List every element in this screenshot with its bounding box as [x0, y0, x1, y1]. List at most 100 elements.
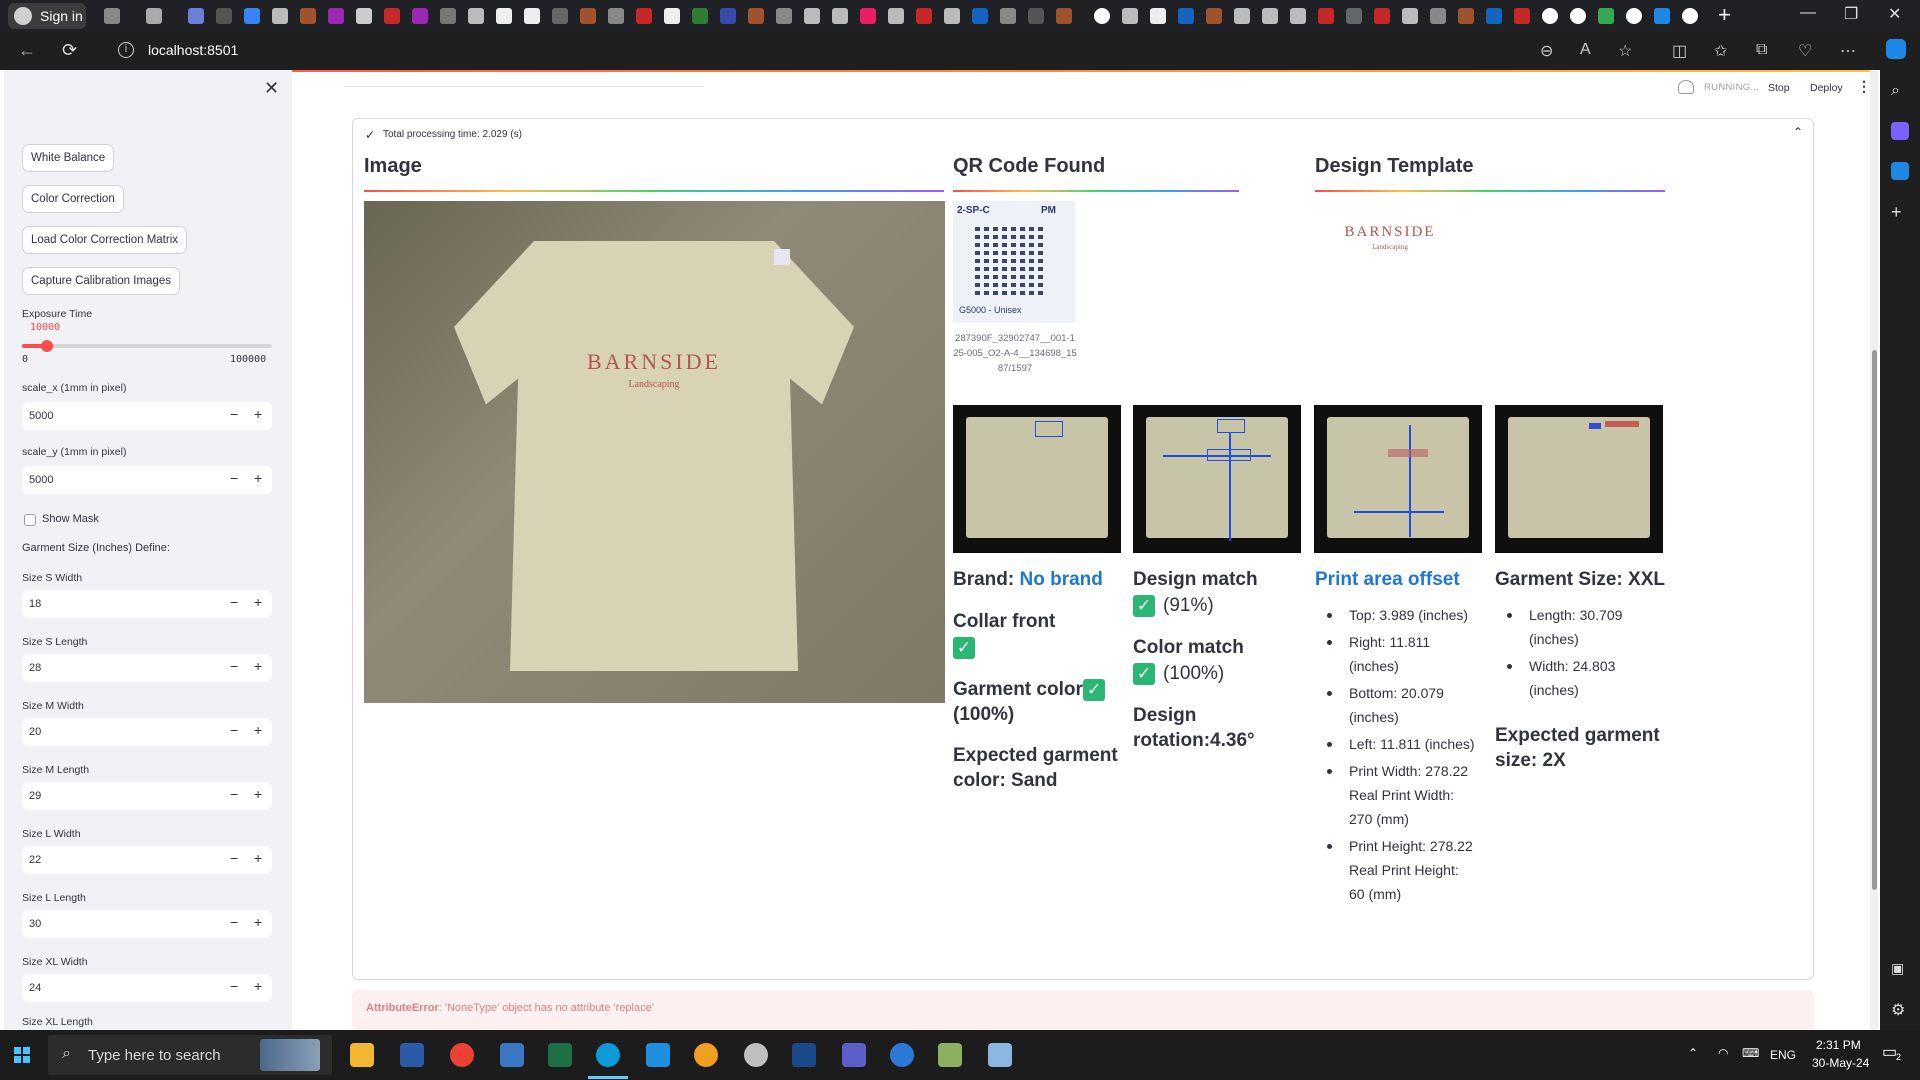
capture-calibration-images-button[interactable]: Capture Calibration Images [22, 267, 180, 295]
tab-favicon[interactable] [804, 8, 820, 24]
back-icon[interactable]: ← [18, 40, 36, 61]
taskbar-search-box[interactable]: ⌕ Type here to search [48, 1035, 332, 1075]
language-indicator[interactable]: ENG [1770, 1048, 1796, 1062]
tab-favicon[interactable] [972, 8, 988, 24]
tab-favicon[interactable] [748, 8, 764, 24]
tab-favicon[interactable] [272, 8, 288, 24]
edge-icon[interactable] [596, 1043, 620, 1067]
main-menu-icon[interactable]: ⋮ [1857, 78, 1870, 95]
size-m-width-input[interactable]: 20 − + [22, 718, 272, 746]
tab-favicon[interactable] [468, 8, 484, 24]
decrement-button[interactable]: − [230, 722, 238, 738]
github-icon[interactable] [496, 8, 512, 24]
favorite-star-icon[interactable]: ☆ [1618, 41, 1632, 61]
excel-icon[interactable] [548, 1043, 572, 1067]
exposure-slider-thumb[interactable] [41, 340, 53, 352]
tab-favicon[interactable] [1430, 8, 1446, 24]
scale-y-value[interactable]: 5000 [29, 474, 53, 486]
copilot-icon[interactable] [1886, 39, 1906, 59]
tab-favicon[interactable] [1262, 8, 1278, 24]
vscode-icon[interactable] [646, 1043, 670, 1067]
github-icon[interactable] [664, 8, 680, 24]
size-l-length-value[interactable]: 30 [29, 918, 41, 930]
github-icon[interactable] [524, 8, 540, 24]
increment-button[interactable]: + [254, 658, 262, 674]
tray-chevron-icon[interactable]: ⌃ [1688, 1046, 1698, 1060]
tab-favicon[interactable] [244, 8, 260, 24]
site-info-icon[interactable]: i [118, 42, 134, 58]
increment-button[interactable]: + [254, 594, 262, 610]
tab-favicon[interactable] [1000, 8, 1016, 24]
size-l-length-input[interactable]: 30 − + [22, 910, 272, 938]
performance-icon[interactable]: ♡ [1798, 41, 1812, 61]
decrement-button[interactable]: − [230, 594, 238, 610]
tab-favicon[interactable] [832, 8, 848, 24]
keyboard-icon[interactable]: ⌨ [1742, 1046, 1759, 1060]
decrement-button[interactable]: − [230, 470, 238, 486]
split-screen-icon[interactable]: ◫ [1672, 41, 1687, 61]
more-icon[interactable]: ⋯ [1840, 41, 1856, 61]
increment-button[interactable]: + [254, 786, 262, 802]
favorites-icon[interactable]: ✩ [1714, 41, 1727, 61]
increment-button[interactable]: + [254, 722, 262, 738]
tab-favicon[interactable] [1234, 8, 1250, 24]
white-balance-button[interactable]: White Balance [22, 144, 115, 172]
workspaces-icon[interactable] [104, 8, 120, 24]
url-field[interactable]: localhost:8501 [148, 42, 238, 58]
tab-favicon[interactable] [1514, 8, 1530, 24]
tab-favicon[interactable] [1374, 8, 1390, 24]
size-s-width-value[interactable]: 18 [29, 598, 41, 610]
decrement-button[interactable]: − [230, 914, 238, 930]
tab-favicon[interactable] [1318, 8, 1334, 24]
size-s-length-value[interactable]: 28 [29, 662, 41, 674]
google-icon[interactable] [1542, 8, 1558, 24]
tab-favicon[interactable] [1598, 8, 1614, 24]
app-icon[interactable] [890, 1043, 914, 1067]
clock-time[interactable]: 2:31 PM [1816, 1038, 1861, 1052]
tab-favicon[interactable] [356, 8, 372, 24]
increment-button[interactable]: + [254, 978, 262, 994]
tab-favicon[interactable] [916, 8, 932, 24]
decrement-button[interactable]: − [230, 406, 238, 422]
increment-button[interactable]: + [254, 850, 262, 866]
tab-favicon[interactable] [216, 8, 232, 24]
tab-actions-icon[interactable] [146, 8, 162, 24]
tab-favicon[interactable] [1122, 8, 1138, 24]
wordpress-icon[interactable] [1486, 8, 1502, 24]
size-xl-width-input[interactable]: 24 − + [22, 974, 272, 1002]
size-l-width-input[interactable]: 22 − + [22, 846, 272, 874]
tab-favicon[interactable] [300, 8, 316, 24]
close-tab-icon[interactable]: × [1627, 6, 1636, 24]
tab-favicon[interactable] [412, 8, 428, 24]
color-correction-button[interactable]: Color Correction [22, 185, 124, 213]
processing-time-label[interactable]: Total processing time: 2.029 (s) [383, 129, 522, 140]
close-sidebar-icon[interactable]: ✕ [264, 78, 279, 99]
profile-signin-button[interactable]: Sign in [8, 3, 86, 29]
exposure-slider-track[interactable] [22, 344, 272, 348]
outlook-icon[interactable] [1891, 162, 1909, 180]
tab-favicon[interactable] [888, 8, 904, 24]
github-icon[interactable] [1150, 8, 1166, 24]
file-explorer-icon[interactable] [350, 1043, 374, 1067]
chrome-icon[interactable] [450, 1043, 474, 1067]
screenshot-icon[interactable]: ▣ [1891, 960, 1909, 978]
read-aloud-icon[interactable]: A [1580, 41, 1591, 59]
scale-x-value[interactable]: 5000 [29, 410, 53, 422]
google-icon[interactable] [1094, 8, 1110, 24]
tab-favicon[interactable] [692, 8, 708, 24]
size-m-width-value[interactable]: 20 [29, 726, 41, 738]
tab-favicon[interactable] [188, 8, 204, 24]
zoom-icon[interactable]: ⊖ [1540, 41, 1553, 61]
minimize-icon[interactable]: — [1800, 4, 1816, 22]
decrement-button[interactable]: − [230, 786, 238, 802]
store-icon[interactable] [400, 1043, 424, 1067]
app-icon[interactable] [792, 1043, 816, 1067]
clock-date[interactable]: 30-May-24 [1812, 1056, 1869, 1070]
google-icon[interactable] [1682, 8, 1698, 24]
settings-gear-icon[interactable]: ⚙ [1891, 1000, 1909, 1019]
tab-favicon[interactable] [384, 8, 400, 24]
decrement-button[interactable]: − [230, 850, 238, 866]
tab-favicon[interactable] [552, 8, 568, 24]
size-xl-width-value[interactable]: 24 [29, 982, 41, 994]
tab-favicon[interactable] [860, 8, 876, 24]
